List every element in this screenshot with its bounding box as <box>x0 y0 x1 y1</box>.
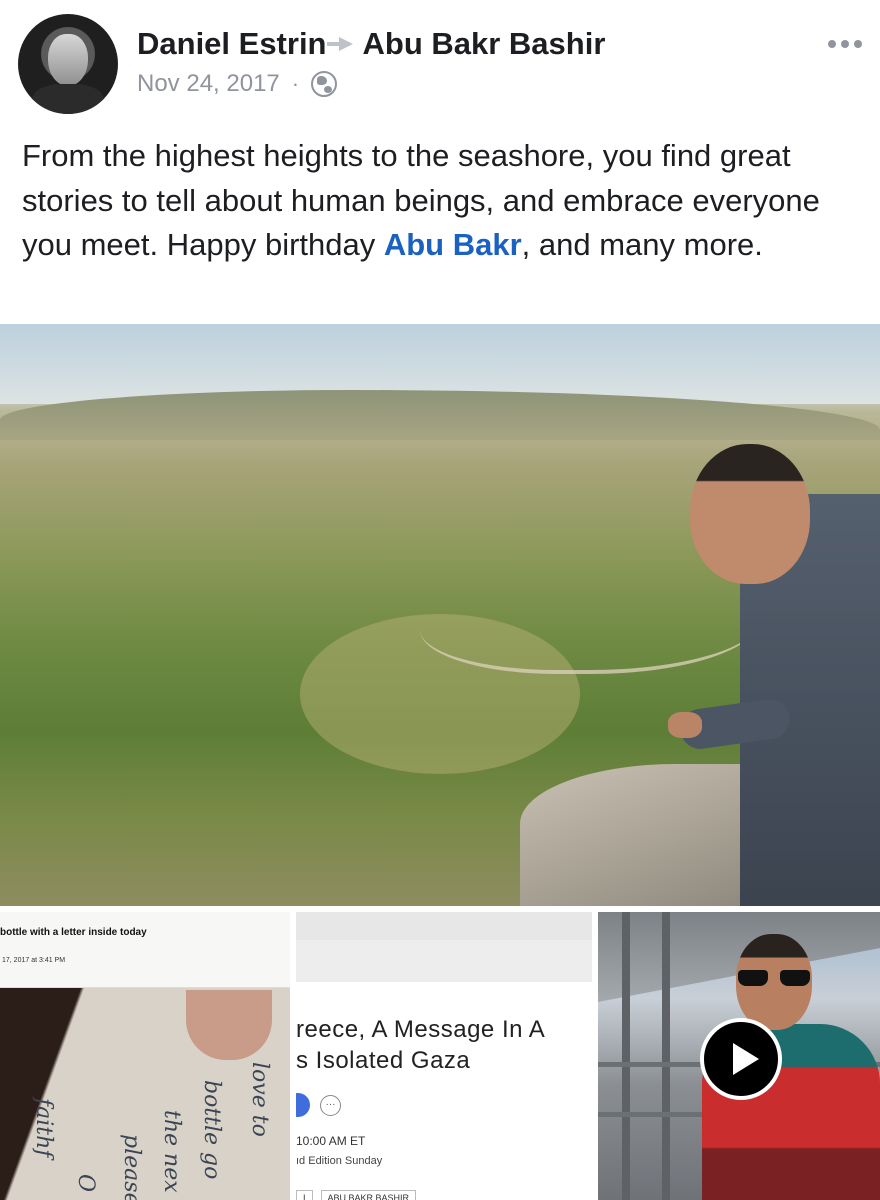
globe-icon[interactable] <box>311 71 338 97</box>
more-dot <box>841 40 849 48</box>
email-header: bottle with a letter inside today 17, 20… <box>0 912 290 988</box>
more-icon: ··· <box>320 1095 341 1116</box>
avatar-face <box>48 34 88 86</box>
article-time: 10:00 AM ET <box>296 1134 366 1148</box>
target-name[interactable]: Abu Bakr Bashir <box>363 26 606 62</box>
arrow-right-icon <box>326 37 353 51</box>
handwriting-line: please e <box>119 1134 144 1200</box>
author-name[interactable]: Daniel Estrin <box>137 26 327 62</box>
video-thumbnail[interactable] <box>598 912 880 1200</box>
video-pole <box>662 912 670 1200</box>
meta-separator: · <box>291 71 300 96</box>
post-date[interactable]: Nov 24, 2017 <box>137 70 280 98</box>
photo-person <box>668 434 880 906</box>
mention-link[interactable]: Abu Bakr <box>384 227 522 262</box>
main-photo[interactable] <box>0 324 880 906</box>
handwriting-line: the nex <box>159 1110 184 1193</box>
email-subject: bottle with a letter inside today <box>0 927 147 938</box>
person-head <box>690 444 810 584</box>
post-header: Daniel Estrin Abu Bakr Bashir Nov 24, 20… <box>0 0 880 120</box>
article-edition: ıd Edition Sunday <box>296 1155 383 1167</box>
more-dot <box>828 40 836 48</box>
handwriting-line: O <box>73 1174 98 1193</box>
article-topbar <box>296 912 592 982</box>
avatar-shirt <box>32 84 104 114</box>
email-date: 17, 2017 at 3:41 PM <box>2 957 66 964</box>
article-headline: reece, A Message In A s Isolated Gaza <box>296 1014 545 1076</box>
headline-line: s Isolated Gaza <box>296 1047 471 1074</box>
post-meta: Nov 24, 2017 · <box>137 70 338 98</box>
article-tags: I ABU BAKR BASHIR <box>296 1190 417 1200</box>
handwriting-line: bottle go <box>199 1080 224 1180</box>
article-subbar <box>296 940 592 982</box>
post-text: From the highest heights to the seashore… <box>22 134 862 268</box>
article-tag: ABU BAKR BASHIR <box>320 1190 417 1200</box>
video-pole <box>622 912 630 1200</box>
post-text-end: , and many more. <box>521 227 763 262</box>
handwriting-line: love to <box>247 1062 272 1137</box>
photo-grid: bottle with a letter inside today 17, 20… <box>0 912 880 1200</box>
sunglasses <box>738 970 810 988</box>
author-avatar[interactable] <box>18 14 118 114</box>
headline-line: reece, A Message In A <box>296 1016 546 1043</box>
play-icon[interactable] <box>700 1018 782 1100</box>
article-screenshot[interactable]: reece, A Message In A s Isolated Gaza ··… <box>296 912 592 1200</box>
email-letter-photo[interactable]: bottle with a letter inside today 17, 20… <box>0 912 290 1200</box>
post-names: Daniel Estrin Abu Bakr Bashir <box>137 26 605 62</box>
article-tag: I <box>296 1190 313 1200</box>
more-dot <box>854 40 862 48</box>
share-icon <box>296 1093 310 1117</box>
person-hand <box>668 712 702 738</box>
handwriting-line: faithf <box>31 1098 56 1158</box>
more-options-icon[interactable] <box>828 40 862 48</box>
